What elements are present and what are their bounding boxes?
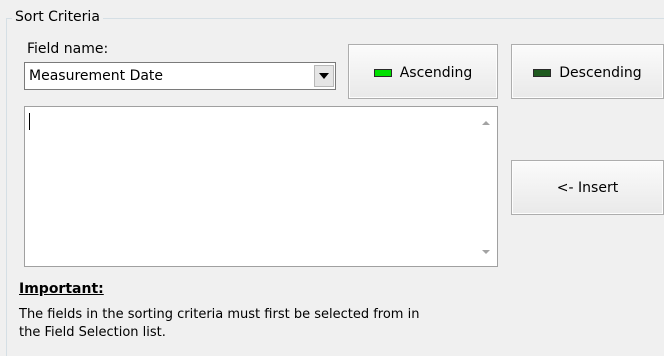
important-heading: Important: <box>19 281 104 297</box>
ascending-led-icon <box>373 69 392 77</box>
important-note-text: The fields in the sorting criteria must … <box>19 306 519 342</box>
important-note-line-1: The fields in the sorting criteria must … <box>19 307 420 322</box>
vertical-scrollbar[interactable] <box>475 107 497 266</box>
important-note-line-2: the Field Selection list. <box>19 325 166 340</box>
field-name-selected-value: Measurement Date <box>29 68 164 84</box>
descending-button[interactable]: Descending <box>511 44 664 99</box>
chevron-down-icon <box>319 73 329 79</box>
combobox-dropdown-button[interactable] <box>314 65 334 87</box>
text-caret <box>29 113 30 130</box>
descending-button-label: Descending <box>559 65 642 81</box>
insert-button-label: <- Insert <box>556 179 619 196</box>
ascending-button-label: Ascending <box>399 65 473 81</box>
group-box-title: Sort Criteria <box>12 8 103 26</box>
insert-button[interactable]: <- Insert <box>511 160 664 215</box>
scroll-up-arrow-icon[interactable] <box>482 121 490 125</box>
scroll-down-arrow-icon[interactable] <box>482 250 490 254</box>
field-name-label: Field name: <box>27 41 109 57</box>
field-name-combobox[interactable]: Measurement Date <box>24 62 336 90</box>
group-box-left-border <box>6 18 7 356</box>
ascending-button[interactable]: Ascending <box>348 44 498 99</box>
group-box-top-border <box>6 18 664 19</box>
descending-led-icon <box>533 69 552 77</box>
sort-criteria-textarea[interactable] <box>24 106 498 267</box>
